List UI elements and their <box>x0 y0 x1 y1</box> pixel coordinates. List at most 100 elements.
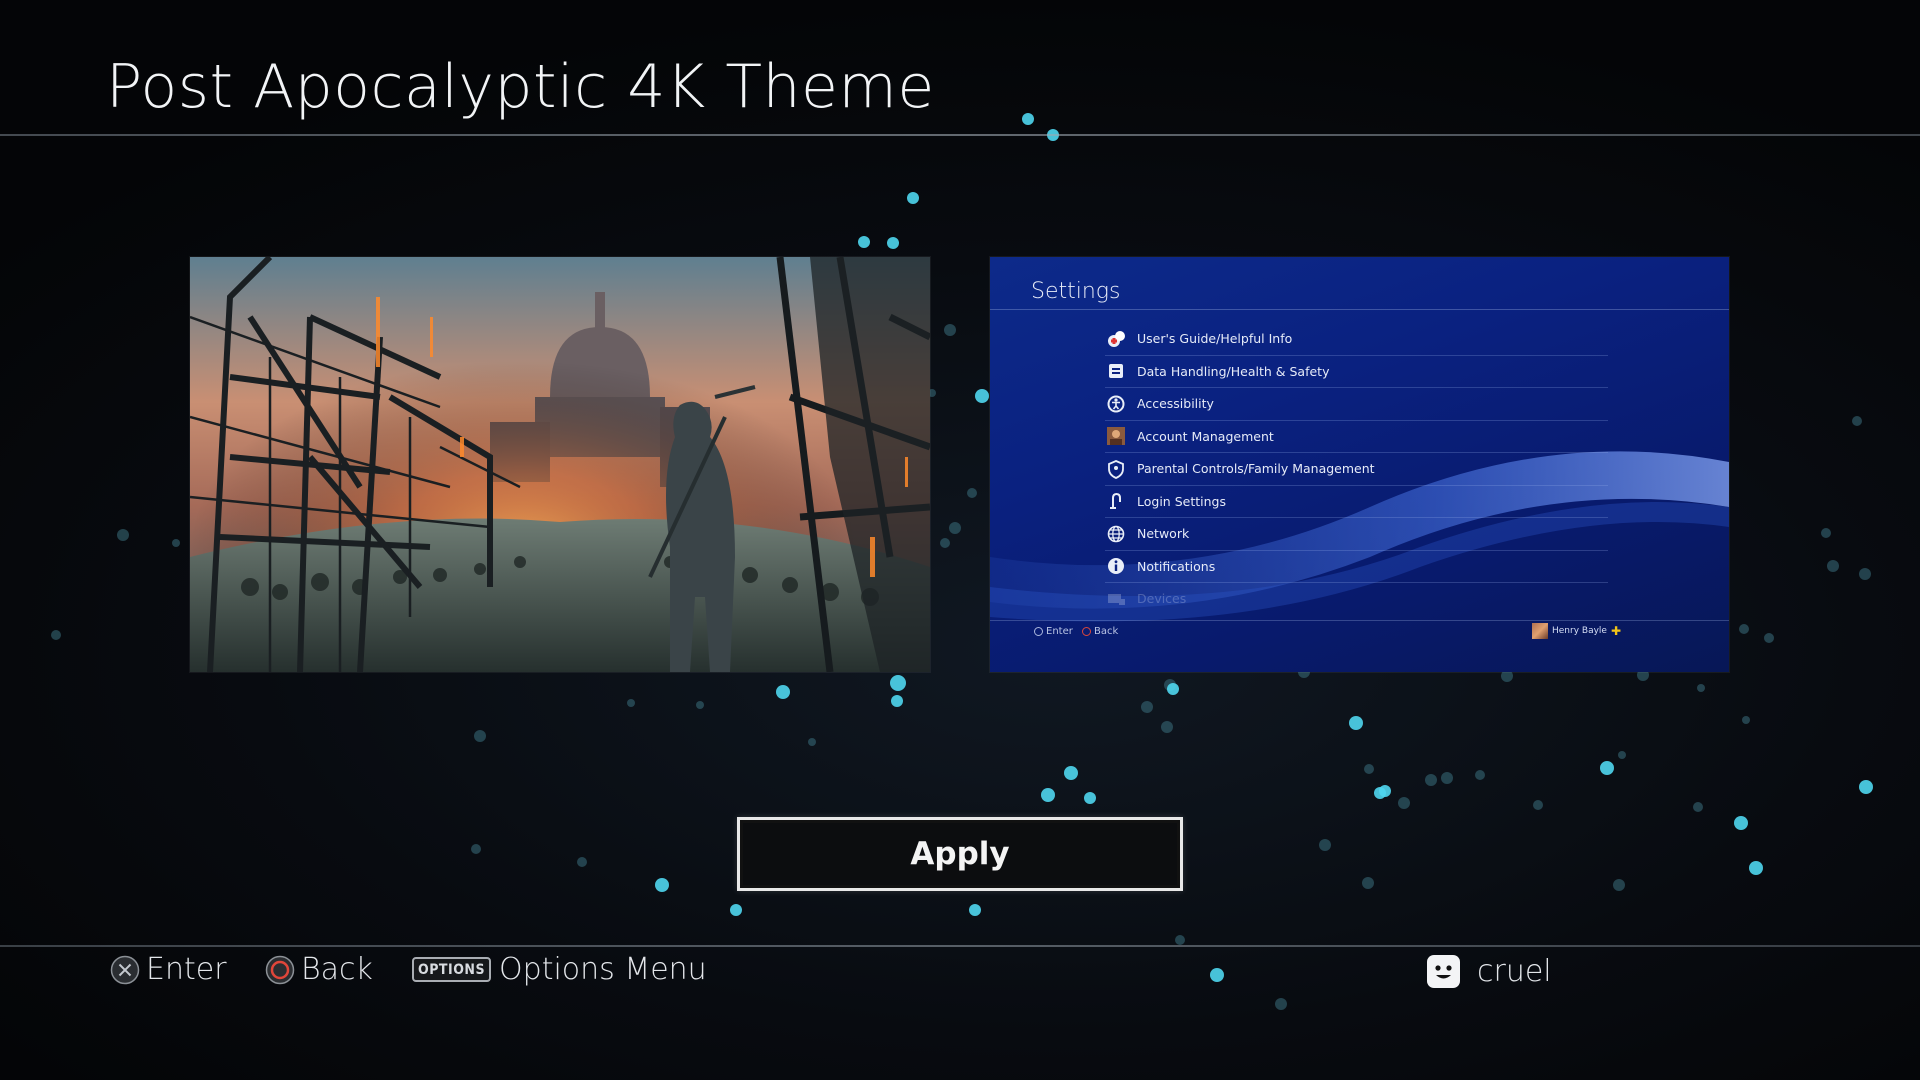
background-particle <box>1425 774 1437 786</box>
globe-icon <box>1105 523 1127 545</box>
settings-item-network: Network <box>1105 518 1608 551</box>
background-particle <box>172 539 180 547</box>
settings-item-devices: Devices <box>1105 583 1608 615</box>
settings-item-data-handling: Data Handling/Health & Safety <box>1105 356 1608 388</box>
background-particle <box>1319 839 1331 851</box>
login-icon <box>1105 490 1127 512</box>
settings-item-parental-controls: Parental Controls/Family Management <box>1105 453 1608 486</box>
cross-button-icon <box>1034 627 1043 636</box>
background-particle <box>1379 785 1391 797</box>
settings-item-label: User's Guide/Helpful Info <box>1137 331 1293 347</box>
background-particle <box>1693 802 1703 812</box>
background-particle <box>969 904 981 916</box>
cross-button-icon <box>110 955 140 984</box>
help-bubbles-icon <box>1105 328 1127 350</box>
ps-plus-icon: ✚ <box>1610 624 1622 638</box>
hint-back-label: Back <box>301 952 373 987</box>
background-particle <box>1827 560 1839 572</box>
background-particle <box>940 538 950 548</box>
background-particle <box>577 857 587 867</box>
background-particle <box>1041 788 1055 802</box>
background-particle <box>1362 877 1374 889</box>
circle-button-icon <box>1082 627 1091 636</box>
background-particle <box>1175 935 1185 945</box>
background-particle <box>1441 772 1453 784</box>
apply-button-label: Apply <box>910 836 1010 872</box>
account-avatar-icon <box>1105 425 1127 447</box>
settings-item-helpful-info: User's Guide/Helpful Info <box>1105 323 1608 356</box>
background-particle <box>1618 751 1626 759</box>
hint-back: Back <box>265 952 373 987</box>
settings-footer-enter: Enter <box>1034 626 1073 637</box>
background-particle <box>1022 113 1034 125</box>
background-particle <box>51 630 61 640</box>
settings-item-label: Devices <box>1137 591 1187 607</box>
background-particle <box>1697 684 1705 692</box>
settings-footer-user: Henry Bayle ✚ <box>1532 623 1621 639</box>
background-particle <box>627 699 635 707</box>
wallpaper-preview-image <box>190 257 930 672</box>
background-particle <box>858 236 870 248</box>
background-particle <box>730 904 742 916</box>
background-particle <box>1161 721 1173 733</box>
page-title: Post Apocalyptic 4K Theme <box>106 52 935 122</box>
background-particle <box>1742 716 1750 724</box>
background-particle <box>1064 766 1078 780</box>
background-particle <box>655 878 669 892</box>
background-particle <box>1764 633 1774 643</box>
background-particle <box>1613 879 1625 891</box>
settings-item-login-settings: Login Settings <box>1105 486 1608 518</box>
settings-item-account-management: Account Management <box>1105 421 1608 453</box>
settings-footer-enter-label: Enter <box>1046 626 1073 637</box>
options-button-icon: OPTIONS <box>412 957 492 982</box>
background-particle <box>944 324 956 336</box>
background-particle <box>1734 816 1748 830</box>
background-particle <box>887 237 899 249</box>
settings-item-label: Accessibility <box>1137 396 1214 412</box>
background-particle <box>1859 780 1873 794</box>
devices-icon <box>1105 588 1127 610</box>
settings-item-label: Data Handling/Health & Safety <box>1137 363 1330 379</box>
user-name: cruel <box>1477 954 1552 989</box>
background-particle <box>1821 528 1831 538</box>
accessibility-icon <box>1105 393 1127 415</box>
settings-item-label: Network <box>1137 526 1190 542</box>
settings-item-label: Login Settings <box>1137 493 1226 509</box>
background-particle <box>117 529 129 541</box>
background-particle <box>1398 797 1410 809</box>
background-particle <box>907 192 919 204</box>
background-particle <box>1164 679 1176 691</box>
settings-menu-preview: Settings User's Guide/Helpful Info Data … <box>990 257 1729 672</box>
background-particle <box>1749 861 1763 875</box>
hint-enter-label: Enter <box>146 952 227 987</box>
background-particle <box>1167 683 1179 695</box>
background-particle <box>967 488 977 498</box>
settings-title-divider <box>990 309 1729 310</box>
background-particle <box>1600 761 1614 775</box>
background-particle <box>808 738 816 746</box>
header-divider <box>0 134 1920 136</box>
settings-list: User's Guide/Helpful Info Data Handling/… <box>1105 323 1608 615</box>
background-particle <box>1210 968 1224 982</box>
background-particle <box>975 389 989 403</box>
settings-title: Settings <box>1031 279 1121 304</box>
background-particle <box>1364 764 1374 774</box>
background-particle <box>1852 416 1862 426</box>
background-particle <box>776 685 790 699</box>
background-particle <box>949 522 961 534</box>
user-avatar <box>1532 623 1548 639</box>
background-particle <box>1739 624 1749 634</box>
apply-button[interactable]: Apply <box>737 817 1183 891</box>
background-particle <box>1533 800 1543 810</box>
settings-item-label: Parental Controls/Family Management <box>1137 461 1375 477</box>
data-handling-icon <box>1105 360 1127 382</box>
background-particle <box>1349 716 1363 730</box>
background-particle <box>1141 701 1153 713</box>
background-particle <box>1084 792 1096 804</box>
background-particle <box>696 701 704 709</box>
background-particle <box>1374 787 1386 799</box>
hint-options-label: Options Menu <box>499 952 707 987</box>
background-particle <box>1859 568 1871 580</box>
background-particle <box>1275 998 1287 1010</box>
background-particle <box>474 730 486 742</box>
